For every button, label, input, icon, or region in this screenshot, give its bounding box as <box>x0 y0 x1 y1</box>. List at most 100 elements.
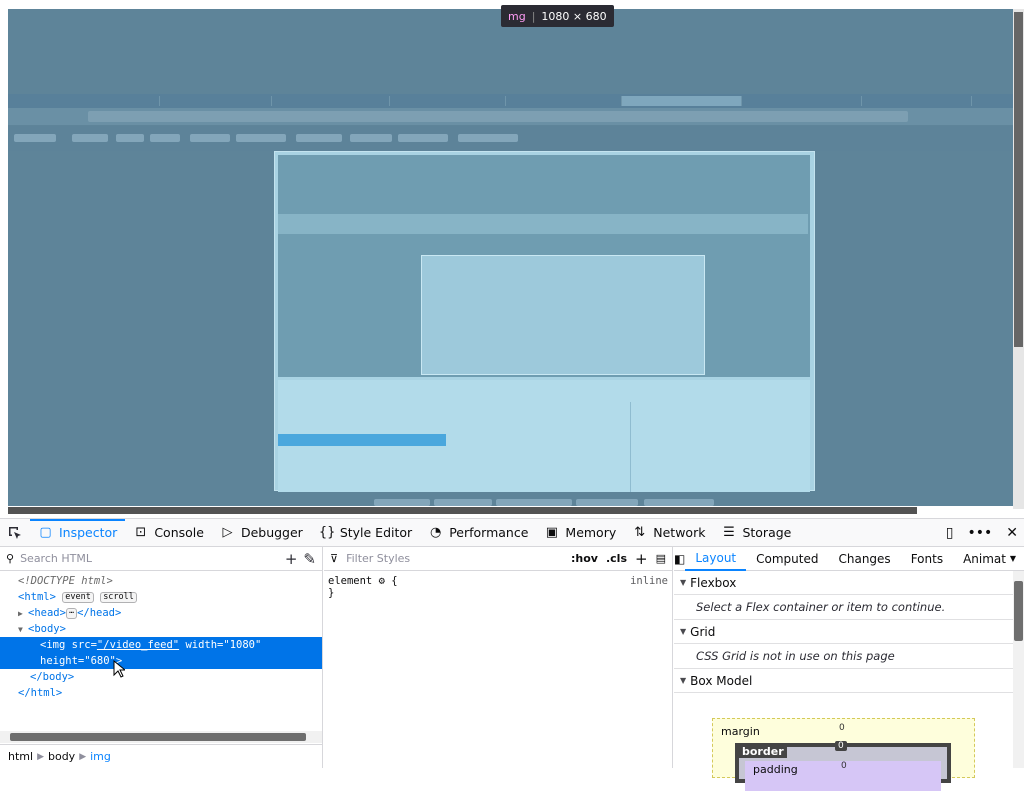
tooltip-dimensions: 1080 × 680 <box>541 9 607 23</box>
markup-line-doctype[interactable]: <!DOCTYPE html> <box>0 573 322 589</box>
rules-panel: ⊽ Filter Styles :hov .cls + ▤ element ⚙ … <box>324 547 673 768</box>
class-toggle[interactable]: .cls <box>606 552 627 565</box>
grid-section-header[interactable]: ▼ Grid <box>674 620 1024 644</box>
devtools-toolbar: ▢ Inspector ⊡ Console ▷ Debugger {} Styl… <box>0 518 1024 547</box>
flexbox-section-header[interactable]: ▼ Flexbox <box>674 571 1024 595</box>
tab-console[interactable]: ⊡ Console <box>125 519 212 547</box>
padding-top-value[interactable]: 0 <box>841 761 847 771</box>
tab-computed[interactable]: Computed <box>746 547 828 571</box>
add-node-icon[interactable]: + <box>285 550 298 568</box>
box-model-diagram: margin 0 border 0 padding 0 <box>712 718 975 791</box>
chevron-down-icon: ▼ <box>1009 554 1016 563</box>
tab-performance[interactable]: ◔ Performance <box>420 519 536 547</box>
markup-line-head[interactable]: ▶ <head> ⋯ </head> <box>0 605 322 621</box>
print-media-icon[interactable]: ▤ <box>656 552 666 565</box>
close-icon[interactable]: ✕ <box>1006 525 1018 541</box>
markup-line-body[interactable]: ▼ <body> <box>0 621 322 637</box>
rule-selector[interactable]: element <box>328 575 372 587</box>
add-rule-icon[interactable]: + <box>635 550 648 568</box>
collapse-icon: ▼ <box>680 627 687 636</box>
feed-tab <box>390 96 506 106</box>
markup-line-html-close[interactable]: </html> <box>0 685 322 701</box>
padding-label: padding <box>753 763 798 776</box>
network-icon: ⇅ <box>634 525 646 540</box>
layout-sidebar: ◧ Layout Computed Changes Fonts Animat ▼… <box>674 547 1024 791</box>
tab-style-editor[interactable]: {} Style Editor <box>311 519 420 547</box>
rule-source[interactable]: inline <box>630 575 668 587</box>
filter-styles-bar: ⊽ Filter Styles :hov .cls + ▤ <box>324 547 672 571</box>
sidebar-scrollbar-thumb[interactable] <box>1014 581 1023 641</box>
breadcrumb: html ▶ body ▶ img <box>0 744 323 768</box>
debugger-icon: ▷ <box>222 525 233 540</box>
breadcrumb-img[interactable]: img <box>90 750 111 763</box>
performance-icon: ◔ <box>430 525 442 540</box>
expand-icon[interactable]: ▶ <box>18 606 28 622</box>
feed-tab <box>160 96 272 106</box>
feed-url-field <box>88 111 908 122</box>
responsive-design-icon[interactable]: ▯ <box>946 525 954 541</box>
gear-icon[interactable]: ⚙ <box>379 575 385 587</box>
markup-tree: <!DOCTYPE html> <html> event scroll ▶ <he… <box>0 571 322 701</box>
feed-nested-frame <box>274 151 815 492</box>
tab-performance-label: Performance <box>449 525 529 540</box>
feed-tab <box>862 96 972 106</box>
tab-changes[interactable]: Changes <box>828 547 900 571</box>
tab-animations[interactable]: Animat ▼ <box>953 547 1024 571</box>
feed-navbar <box>8 126 1013 151</box>
breadcrumb-body[interactable]: body <box>48 750 75 763</box>
scroll-badge[interactable]: scroll <box>100 592 137 603</box>
feed-tab-active <box>622 96 742 106</box>
border-top-value[interactable]: 0 <box>835 741 847 751</box>
margin-top-value[interactable]: 0 <box>839 723 845 733</box>
markup-line-img-selected[interactable]: <img src="/video_feed" width="1080" heig… <box>0 637 322 669</box>
grid-message: CSS Grid is not in use on this page <box>674 644 1024 669</box>
toolbar-right-controls: ▯ ••• ✕ <box>946 519 1024 547</box>
tab-network[interactable]: ⇅ Network <box>624 519 713 547</box>
toggle-sidebar-icon[interactable]: ◧ <box>674 552 685 566</box>
element-picker-button[interactable] <box>0 519 30 547</box>
filter-icon: ⊽ <box>330 552 339 565</box>
page-viewport: mg | 1080 × 680 <box>0 0 1024 518</box>
img-src-link[interactable]: "/video_feed" <box>97 639 179 651</box>
hover-states-toggle[interactable]: :hov <box>571 552 598 565</box>
viewport-horizontal-scrollbar[interactable] <box>8 507 917 514</box>
tab-memory-label: Memory <box>565 525 617 540</box>
markup-line-html[interactable]: <html> event scroll <box>0 589 322 605</box>
breadcrumb-html[interactable]: html <box>8 750 33 763</box>
tab-debugger-label: Debugger <box>240 525 303 540</box>
tab-console-label: Console <box>154 525 204 540</box>
tab-inspector[interactable]: ▢ Inspector <box>30 518 126 547</box>
markup-hscroll-thumb[interactable] <box>10 733 306 741</box>
more-options-icon[interactable]: ••• <box>967 525 992 541</box>
feed-urlbar <box>8 108 1013 125</box>
chevron-right-icon: ▶ <box>79 751 87 762</box>
element-picker-icon <box>9 526 21 539</box>
tab-inspector-label: Inspector <box>59 525 118 540</box>
memory-icon: ▣ <box>545 525 559 540</box>
tab-memory[interactable]: ▣ Memory <box>536 519 624 547</box>
tab-debugger[interactable]: ▷ Debugger <box>212 519 311 547</box>
feed-tab <box>272 96 390 106</box>
tab-storage-label: Storage <box>742 525 792 540</box>
collapse-icon[interactable]: ▼ <box>18 622 28 638</box>
search-html-input[interactable]: Search HTML <box>20 552 279 565</box>
tab-layout[interactable]: Layout <box>685 547 747 571</box>
feed-tab-strip <box>8 94 1013 108</box>
inspector-icon: ▢ <box>39 525 52 540</box>
event-badge[interactable]: event <box>62 592 94 603</box>
viewport-vertical-scrollbar[interactable] <box>1014 12 1023 347</box>
collapse-icon: ▼ <box>680 676 687 685</box>
box-model-section-header[interactable]: ▼ Box Model <box>674 669 1024 693</box>
markup-line-body-close[interactable]: </body> <box>0 669 322 685</box>
collapsed-content-badge[interactable]: ⋯ <box>65 608 78 619</box>
chevron-right-icon: ▶ <box>37 751 44 762</box>
tooltip-tag: mg <box>508 9 526 23</box>
tab-storage[interactable]: ☰ Storage <box>713 519 799 547</box>
tab-network-label: Network <box>653 525 706 540</box>
tab-fonts[interactable]: Fonts <box>901 547 953 571</box>
filter-styles-input[interactable]: Filter Styles <box>346 552 563 565</box>
highlighted-image-video-feed[interactable] <box>8 9 1013 506</box>
border-box: border 0 padding 0 <box>735 741 951 791</box>
eyedropper-icon[interactable]: ✎ <box>303 550 316 568</box>
console-icon: ⊡ <box>135 525 147 540</box>
